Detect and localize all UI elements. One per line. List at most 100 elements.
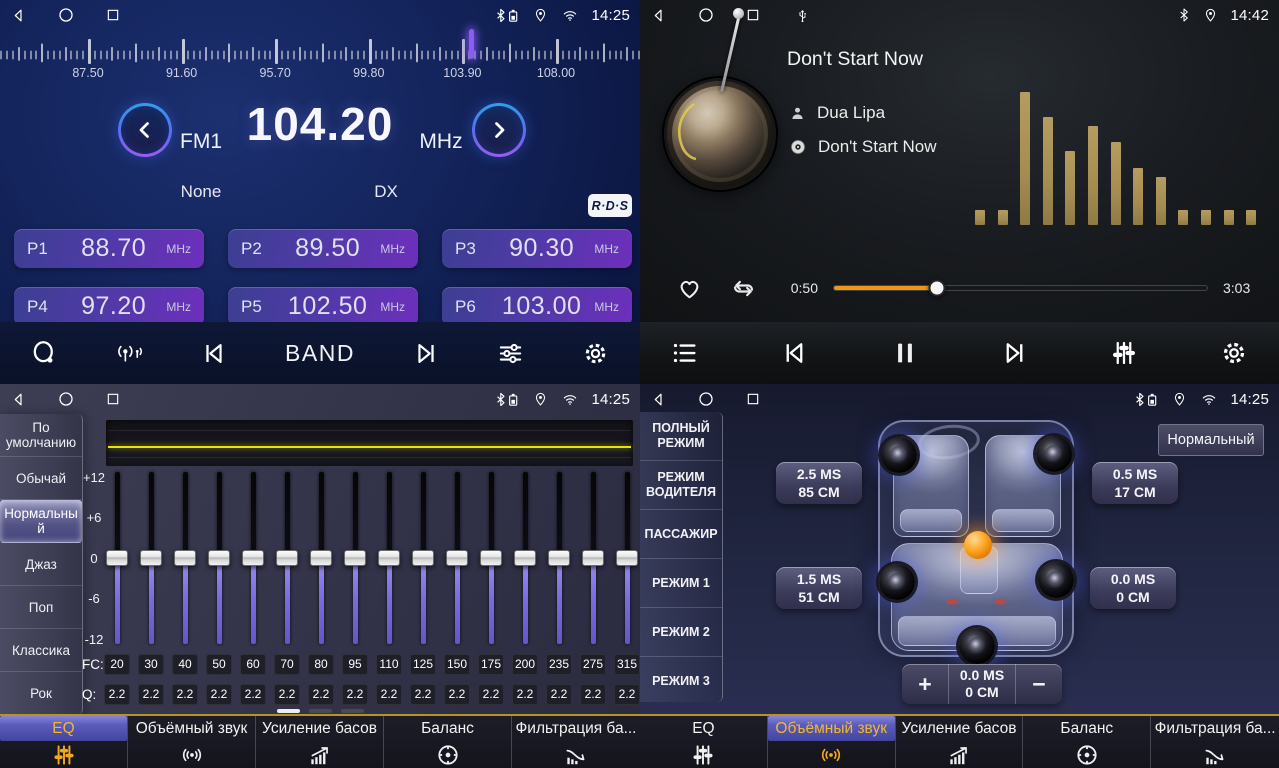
speaker-rear-center-icon[interactable] [959,628,995,664]
increase-delay-button[interactable]: + [902,664,948,704]
stations-button[interactable] [115,339,144,368]
tab-1[interactable]: Объёмный звук [128,716,256,768]
eq-band-slider-60hz[interactable] [242,472,264,644]
preset-p1-button[interactable]: P188.70MHz [14,229,204,268]
equalizer-button[interactable] [1109,338,1139,368]
eq-band-slider-80hz[interactable] [310,472,332,644]
back-icon[interactable] [10,391,27,408]
eq-preset-item-2[interactable]: Нормальный [0,500,82,543]
recents-icon[interactable] [105,7,121,23]
listening-mode-item-0[interactable]: ПОЛНЫЙ РЕЖИМ [640,412,722,461]
eq-band-slider-275hz[interactable] [582,472,604,644]
previous-button[interactable] [780,338,810,368]
pager-dot[interactable] [309,709,332,713]
album-art[interactable] [664,78,776,190]
tab-3[interactable]: Баланс [384,716,512,768]
progress-knob[interactable] [928,280,945,297]
eq-band-slider-150hz[interactable] [446,472,468,644]
listening-position-marker[interactable] [964,531,992,559]
tab-1[interactable]: Объёмный звук [768,716,896,768]
eq-band-slider-200hz[interactable] [514,472,536,644]
home-icon[interactable] [697,390,715,408]
preset-p5-button[interactable]: P5102.50MHz [228,287,418,326]
home-icon[interactable] [697,6,715,24]
recents-icon[interactable] [745,7,761,23]
eq-band-slider-175hz[interactable] [480,472,502,644]
settings-button[interactable] [581,339,610,368]
eq-preset-item-4[interactable]: Поп [0,586,82,629]
slider-handle[interactable] [548,550,570,566]
pager-dot[interactable] [341,709,364,713]
delay-rear-left[interactable]: 1.5 MS 51 CM [776,567,862,609]
slider-handle[interactable] [378,550,400,566]
slider-handle[interactable] [344,550,366,566]
slider-handle[interactable] [582,550,604,566]
eq-band-slider-235hz[interactable] [548,472,570,644]
eq-band-slider-20hz[interactable] [106,472,128,644]
pager-dot[interactable] [277,709,300,713]
settings-button[interactable] [1219,338,1249,368]
slider-handle[interactable] [412,550,434,566]
tab-3[interactable]: Баланс [1023,716,1151,768]
scan-button[interactable] [30,339,59,368]
tab-2[interactable]: Усиление басов [256,716,384,768]
slider-handle[interactable] [208,550,230,566]
back-icon[interactable] [650,391,667,408]
next-button[interactable] [999,338,1029,368]
home-icon[interactable] [57,6,75,24]
delay-rear-right[interactable]: 0.0 MS 0 CM [1090,567,1176,609]
playlist-button[interactable] [670,338,700,368]
tab-0[interactable]: EQ [640,716,768,768]
speaker-front-right-icon[interactable] [1036,436,1072,472]
preset-p2-button[interactable]: P289.50MHz [228,229,418,268]
recents-icon[interactable] [105,391,121,407]
speaker-mid-right-icon[interactable] [1038,562,1074,598]
slider-handle[interactable] [616,550,638,566]
delay-front-right[interactable]: 0.5 MS 17 CM [1092,462,1178,504]
eq-band-slider-30hz[interactable] [140,472,162,644]
back-icon[interactable] [10,7,27,24]
tab-2[interactable]: Усиление басов [896,716,1024,768]
delay-front-left[interactable]: 2.5 MS 85 CM [776,462,862,504]
progress-bar[interactable] [834,286,1207,290]
preset-p3-button[interactable]: P390.30MHz [442,229,632,268]
eq-band-slider-125hz[interactable] [412,472,434,644]
sound-profile-button[interactable]: Нормальный [1158,424,1264,456]
preset-p6-button[interactable]: P6103.00MHz [442,287,632,326]
eq-preset-item-1[interactable]: Обычай [0,457,82,500]
back-icon[interactable] [650,7,667,24]
next-button[interactable] [411,339,440,368]
tune-down-button[interactable] [118,103,172,157]
eq-band-slider-50hz[interactable] [208,472,230,644]
eq-preset-item-6[interactable]: Рок [0,672,82,714]
listening-mode-item-2[interactable]: ПАССАЖИР [640,510,722,559]
frequency-scale[interactable]: 87.5091.6095.7099.80103.90108.00 [0,32,640,82]
tab-0[interactable]: EQ [0,716,128,768]
slider-handle[interactable] [140,550,162,566]
pause-button[interactable] [890,338,920,368]
slider-handle[interactable] [446,550,468,566]
slider-handle[interactable] [480,550,502,566]
eq-band-slider-70hz[interactable] [276,472,298,644]
listening-mode-item-3[interactable]: РЕЖИМ 1 [640,559,722,608]
eq-band-slider-315hz[interactable] [616,472,638,644]
listening-mode-item-5[interactable]: РЕЖИМ 3 [640,657,722,705]
tab-4[interactable]: Фильтрация ба... [1151,716,1279,768]
previous-button[interactable] [200,339,229,368]
slider-handle[interactable] [514,550,536,566]
eq-preset-item-5[interactable]: Классика [0,629,82,672]
listening-mode-item-1[interactable]: РЕЖИМ ВОДИТЕЛЯ [640,461,722,510]
slider-handle[interactable] [242,550,264,566]
eq-preset-item-0[interactable]: По умолчанию [0,414,82,457]
repeat-button[interactable] [729,274,758,303]
favorite-button[interactable] [676,275,703,302]
eq-preset-item-3[interactable]: Джаз [0,543,82,586]
eq-band-slider-95hz[interactable] [344,472,366,644]
preset-p4-button[interactable]: P497.20MHz [14,287,204,326]
sound-settings-button[interactable] [496,339,525,368]
speaker-front-left-icon[interactable] [881,437,917,473]
slider-handle[interactable] [276,550,298,566]
slider-handle[interactable] [310,550,332,566]
decrease-delay-button[interactable]: − [1016,664,1062,704]
tab-4[interactable]: Фильтрация ба... [512,716,640,768]
